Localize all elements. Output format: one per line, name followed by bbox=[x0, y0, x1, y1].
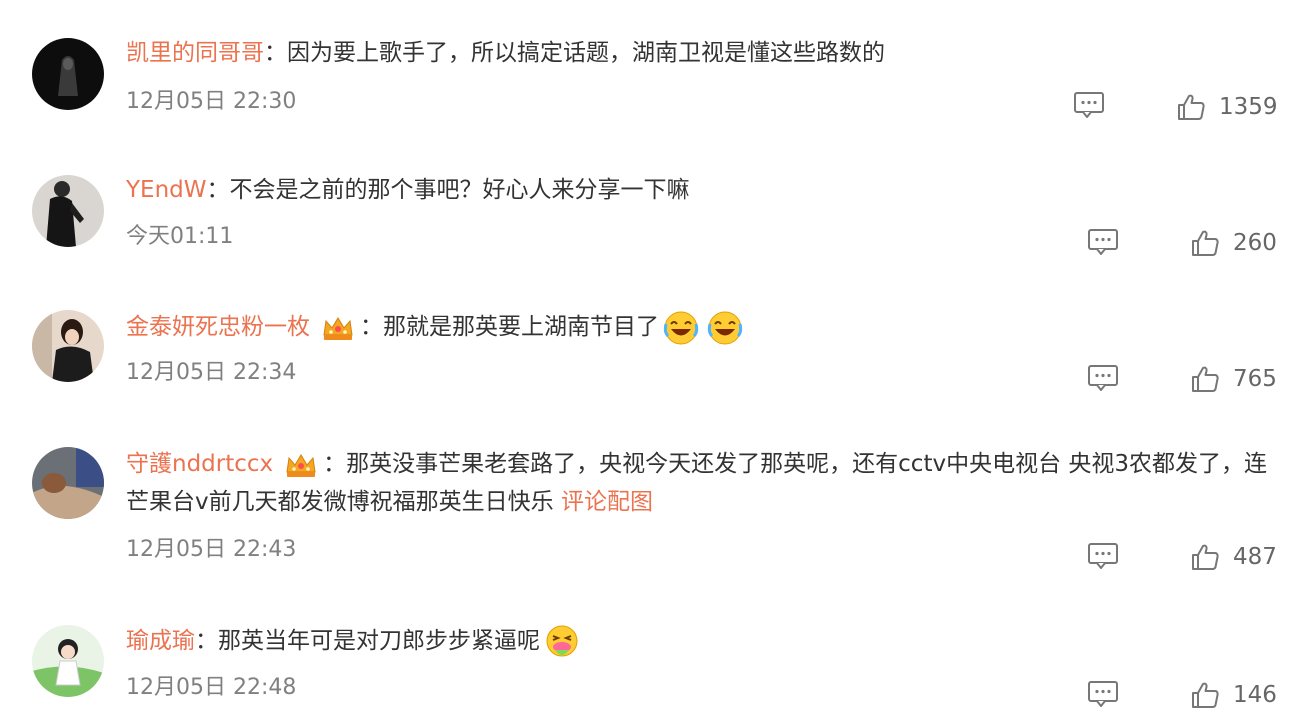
like-count: 146 bbox=[1233, 682, 1277, 708]
reply-icon[interactable] bbox=[1087, 228, 1119, 256]
timestamp: 12月05日 22:48 bbox=[126, 675, 297, 700]
like-count: 260 bbox=[1233, 230, 1277, 256]
username-link[interactable]: 凯里的同哥哥 bbox=[126, 40, 264, 66]
crown-badge-icon bbox=[320, 313, 356, 343]
reply-icon[interactable] bbox=[1087, 364, 1119, 392]
crown-badge-icon bbox=[283, 450, 319, 480]
username-link[interactable]: 守護nddrtccx bbox=[126, 451, 273, 477]
comment-text: 不会是之前的那个事吧？好心人来分享一下嘛 bbox=[229, 177, 690, 203]
like-count: 1359 bbox=[1219, 94, 1278, 120]
like-icon[interactable] bbox=[1190, 228, 1220, 258]
username-link[interactable]: 瑜成瑜 bbox=[126, 628, 195, 654]
like-icon[interactable] bbox=[1190, 364, 1220, 394]
reply-icon[interactable] bbox=[1087, 542, 1119, 570]
avatar[interactable] bbox=[32, 310, 104, 382]
comment-body: 金泰妍死忠粉一枚 ：那就是那英要上湖南节目了 bbox=[126, 308, 1278, 346]
like-count: 765 bbox=[1233, 366, 1277, 392]
timestamp: 12月05日 22:34 bbox=[126, 360, 297, 385]
avatar[interactable] bbox=[32, 447, 104, 519]
timestamp: 12月05日 22:43 bbox=[126, 537, 297, 562]
avatar[interactable] bbox=[32, 625, 104, 697]
comment-image-link[interactable]: 评论配图 bbox=[561, 489, 653, 515]
comment-text: 因为要上歌手了，所以搞定话题，湖南卫视是懂这些路数的 bbox=[287, 40, 885, 66]
comment-text: 那就是那英要上湖南节目了 bbox=[383, 314, 659, 340]
like-icon[interactable] bbox=[1176, 92, 1206, 122]
laugh-cry-emoji-icon bbox=[707, 310, 743, 346]
like-count: 487 bbox=[1233, 544, 1277, 570]
separator: ： bbox=[206, 177, 230, 203]
avatar[interactable] bbox=[32, 38, 104, 110]
timestamp: 今天01:11 bbox=[126, 224, 234, 249]
reply-icon[interactable] bbox=[1087, 680, 1119, 708]
separator: ： bbox=[264, 40, 287, 66]
avatar[interactable] bbox=[32, 175, 104, 247]
separator: ： bbox=[360, 314, 383, 340]
separator: ： bbox=[195, 628, 218, 654]
separator: ： bbox=[323, 451, 347, 477]
reply-icon[interactable] bbox=[1073, 91, 1105, 119]
username-link[interactable]: YEndW bbox=[126, 177, 207, 203]
comment-body: 守護nddrtccx ：那英没事芒果老套路了，央视今天还发了那英呢，还有cctv中… bbox=[126, 445, 1278, 521]
like-icon[interactable] bbox=[1190, 680, 1220, 710]
comment-body: 凯里的同哥哥：因为要上歌手了，所以搞定话题，湖南卫视是懂这些路数的 bbox=[126, 34, 1278, 72]
timestamp: 12月05日 22:30 bbox=[126, 89, 297, 114]
like-icon[interactable] bbox=[1190, 542, 1220, 572]
vomit-emoji-icon bbox=[544, 624, 580, 660]
laugh-cry-emoji-icon bbox=[663, 310, 699, 346]
comment-body: 瑜成瑜：那英当年可是对刀郎步步紧逼呢 bbox=[126, 622, 1278, 660]
comment-body: YEndW：不会是之前的那个事吧？好心人来分享一下嘛 bbox=[126, 171, 1278, 209]
comment-text: 那英当年可是对刀郎步步紧逼呢 bbox=[218, 628, 540, 654]
username-link[interactable]: 金泰妍死忠粉一枚 bbox=[126, 314, 310, 340]
